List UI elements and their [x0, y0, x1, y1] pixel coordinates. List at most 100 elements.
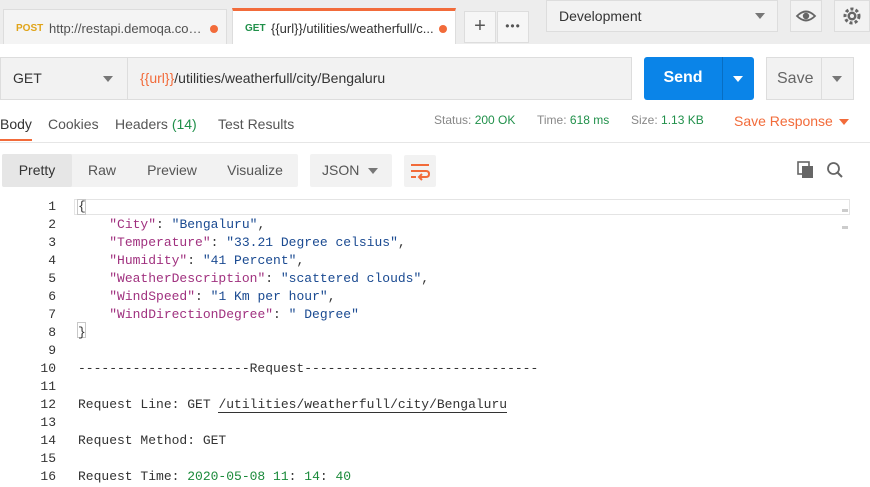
tab-method: POST [16, 23, 44, 34]
line-number: 7 [48, 307, 56, 322]
code-line: 11 [0, 379, 860, 397]
format-value: JSON [322, 162, 360, 178]
code-text: "WindSpeed": "1 Km per hour", [109, 289, 336, 304]
code-text: "Temperature": "33.21 Degree celsius", [109, 235, 406, 250]
code-line: 8} [0, 325, 860, 343]
request-tab-get[interactable]: GET {{url}}/utilities/weatherfull/c... [232, 8, 456, 44]
code-text: "City": "Bengaluru", [109, 217, 266, 232]
save-label: Save [777, 70, 814, 87]
copy-icon[interactable] [796, 160, 816, 180]
json-key: "WindDirectionDegree" [109, 307, 274, 322]
wrap-lines-button[interactable] [404, 155, 436, 187]
environment-select[interactable]: Development [546, 0, 778, 32]
code-line: 1{ [0, 199, 860, 217]
view-pretty-button[interactable]: Pretty [2, 154, 72, 187]
plus-icon: + [474, 15, 486, 37]
save-response-button[interactable]: Save Response [734, 113, 849, 129]
url-path: /utilities/weatherfull/city/Bengaluru [174, 70, 386, 86]
code-line: 5 "WeatherDescription": "scattered cloud… [0, 271, 860, 289]
tab-url: http://restapi.demoqa.com... [49, 21, 209, 36]
unsaved-dot-icon [210, 25, 218, 33]
headers-count: (14) [171, 116, 197, 132]
new-tab-button[interactable]: + [464, 11, 496, 43]
eye-icon [795, 10, 817, 22]
tab-method: GET [245, 23, 266, 34]
tab-cookies[interactable]: Cookies [48, 116, 99, 132]
tab-url: {{url}}/utilities/weatherfull/c... [271, 21, 434, 36]
response-time: Time: 618 ms [537, 113, 609, 127]
json-value: "scattered clouds" [280, 271, 422, 286]
response-status: Status: 200 OK [434, 113, 515, 127]
more-icon: ••• [505, 19, 521, 33]
code-line: 15 [0, 451, 860, 469]
chevron-down-icon [755, 13, 765, 19]
save-button[interactable]: Save [766, 57, 854, 100]
chevron-down-icon [103, 76, 113, 82]
code-text: "WindDirectionDegree": " Degree" [109, 307, 359, 322]
request-time-label: Request Time: [78, 469, 188, 484]
manage-environments-button[interactable] [834, 0, 870, 32]
code-line: 6 "WindSpeed": "1 Km per hour", [0, 289, 860, 307]
tab-headers[interactable]: Headers (14) [115, 116, 197, 132]
response-size: Size: 1.13 KB [631, 113, 704, 127]
save-options-chevron-icon[interactable] [832, 76, 842, 82]
line-number: 12 [40, 397, 56, 412]
divider [0, 142, 870, 143]
http-method-select[interactable]: GET [0, 57, 128, 100]
json-key: "Humidity" [109, 253, 188, 268]
code-line: 7 "WindDirectionDegree": " Degree" [0, 307, 860, 325]
request-line-label: Request Line: GET [78, 397, 219, 412]
search-icon[interactable] [825, 160, 845, 180]
request-tab-post[interactable]: POST http://restapi.demoqa.com... [3, 9, 227, 44]
url-variable: {{url}} [140, 70, 175, 86]
line-number: 15 [40, 451, 56, 466]
save-response-label: Save Response [734, 113, 833, 129]
tab-test-results[interactable]: Test Results [218, 116, 294, 132]
time-value: 618 ms [569, 113, 610, 127]
request-date: 2020-05-08 [187, 469, 266, 484]
json-key: "WindSpeed" [109, 289, 196, 304]
json-value: "41 Percent" [202, 253, 297, 268]
json-value: "33.21 Degree celsius" [226, 235, 398, 250]
line-number: 1 [48, 199, 56, 214]
code-line: 14 Request Method: GET [0, 433, 860, 451]
code-line: 16 Request Time: 2020-05-08 11: 14: 40 [0, 469, 860, 487]
response-body-editor[interactable]: 1{ 2 "City": "Bengaluru", 3 "Temperature… [0, 198, 870, 487]
line-number: 13 [40, 415, 56, 430]
json-key: "City" [109, 217, 157, 232]
send-divider [722, 57, 723, 100]
request-url-input[interactable]: {{url}}/utilities/weatherfull/city/Benga… [128, 57, 632, 100]
environment-quick-look-button[interactable] [790, 0, 822, 32]
size-value: 1.13 KB [661, 113, 704, 127]
tab-body[interactable]: Body [0, 116, 32, 132]
view-visualize-button[interactable]: Visualize [212, 154, 298, 187]
code-text: { [78, 199, 86, 214]
chevron-down-icon [368, 168, 378, 174]
code-line: 10 ----------------------Request---------… [0, 361, 860, 379]
view-mode-group: Pretty Raw Preview Visualize [2, 154, 298, 187]
line-number: 14 [40, 433, 56, 448]
json-value: " Degree" [288, 307, 359, 322]
view-preview-button[interactable]: Preview [132, 154, 212, 187]
line-number: 6 [48, 289, 56, 304]
size-label: Size: [631, 113, 658, 127]
send-button[interactable]: Send [644, 57, 754, 100]
request-hour: 11 [273, 469, 289, 484]
tab-options-button[interactable]: ••• [497, 11, 529, 43]
save-divider [821, 58, 822, 99]
gear-icon [843, 7, 861, 25]
code-line: 4 "Humidity": "41 Percent", [0, 253, 860, 271]
chevron-down-icon [839, 119, 849, 125]
json-value: "Bengaluru" [171, 217, 258, 232]
time-label: Time: [537, 113, 567, 127]
view-raw-button[interactable]: Raw [72, 154, 132, 187]
format-select[interactable]: JSON [310, 154, 392, 187]
code-text: "WeatherDescription": "scattered clouds"… [109, 271, 430, 286]
send-label: Send [663, 69, 703, 86]
unsaved-dot-icon [439, 25, 447, 33]
request-line-path: /utilities/weatherfull/city/Bengaluru [218, 397, 508, 413]
code-line: 3 "Temperature": "33.21 Degree celsius", [0, 235, 860, 253]
line-number: 9 [48, 343, 56, 358]
code-text: ----------------------Request-----------… [78, 361, 539, 376]
send-options-chevron-icon[interactable] [733, 76, 743, 82]
